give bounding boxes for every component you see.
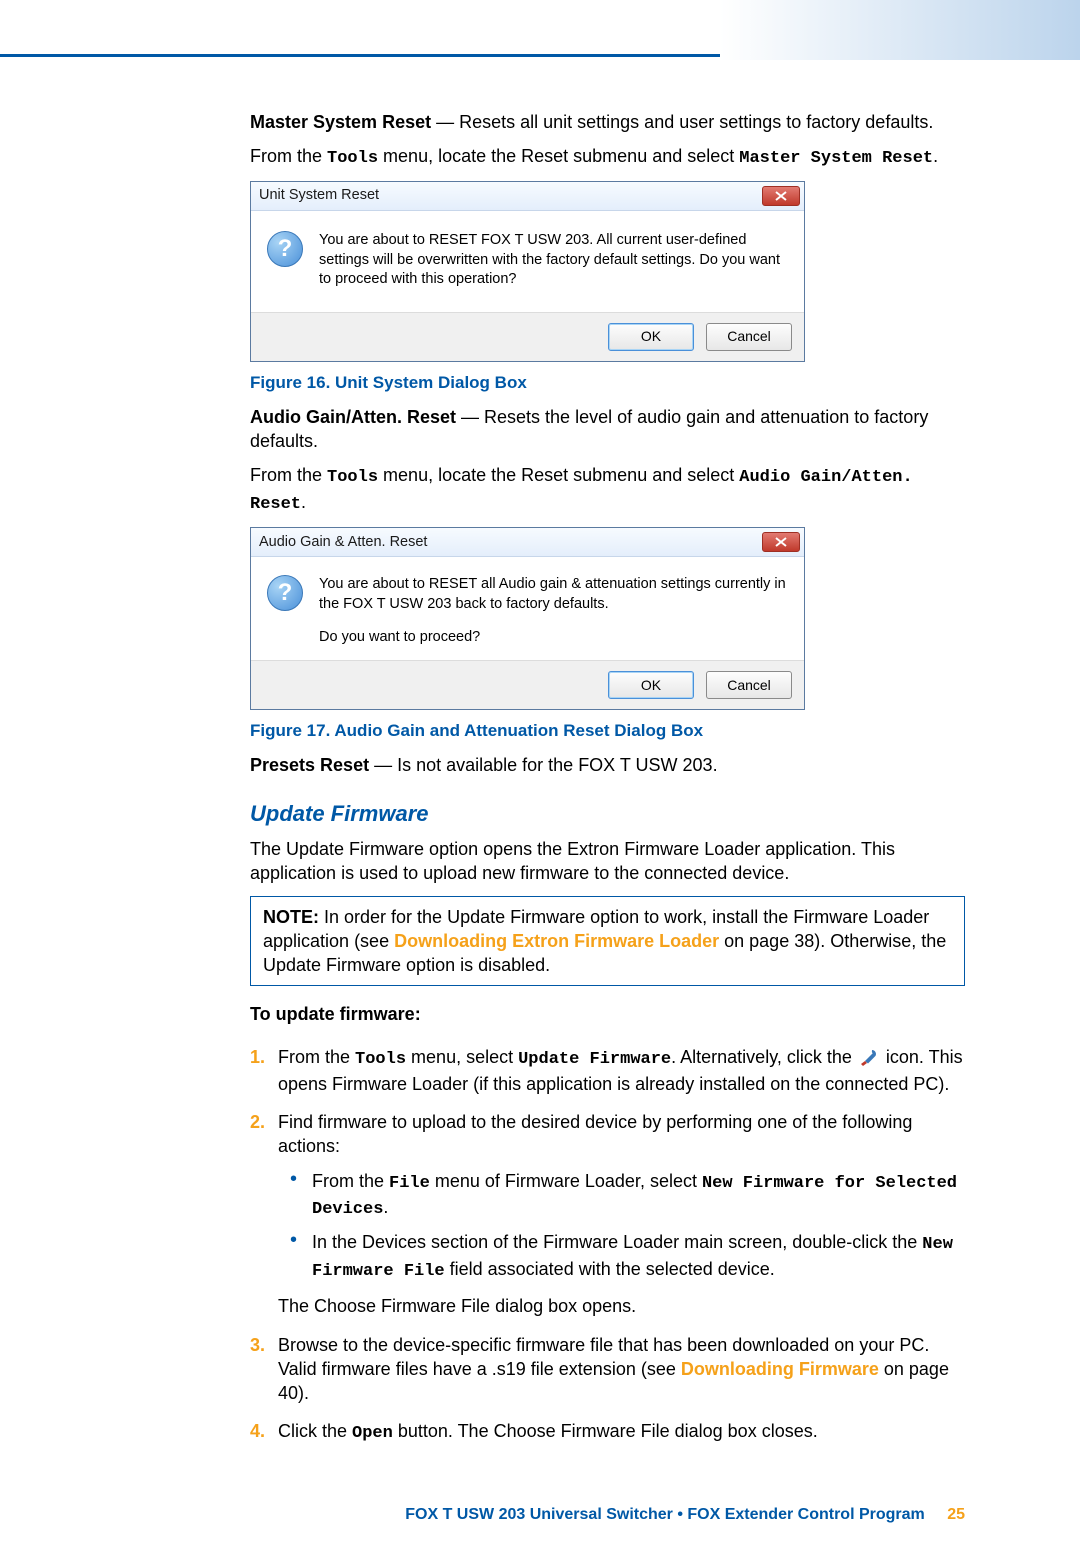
- dialog-message: You are about to RESET FOX T USW 203. Al…: [319, 231, 788, 290]
- download-loader-link[interactable]: Downloading Extron Firmware Loader: [394, 931, 719, 951]
- bullet-file-menu: From the File menu of Firmware Loader, s…: [308, 1169, 965, 1223]
- dialog-message: You are about to RESET all Audio gain & …: [319, 575, 788, 648]
- dialog-button-row: OK Cancel: [251, 312, 804, 361]
- step-2: 2. Find firmware to upload to the desire…: [272, 1110, 965, 1319]
- cancel-button[interactable]: Cancel: [706, 671, 792, 699]
- wrench-icon: [859, 1048, 879, 1068]
- bullet-devices-section: In the Devices section of the Firmware L…: [308, 1230, 965, 1284]
- figure-16-caption: Figure 16. Unit System Dialog Box: [250, 372, 965, 395]
- page-header-bar: [0, 0, 1080, 60]
- dialog-body: ? You are about to RESET all Audio gain …: [251, 557, 804, 660]
- page-content: Master System Reset — Resets all unit se…: [250, 110, 965, 1446]
- update-firmware-heading: Update Firmware: [250, 799, 965, 829]
- audio-reset-instr: From the Tools menu, locate the Reset su…: [250, 463, 965, 517]
- dialog-body: ? You are about to RESET FOX T USW 203. …: [251, 211, 804, 312]
- question-icon: ?: [267, 231, 303, 267]
- step-2-bullets: From the File menu of Firmware Loader, s…: [278, 1169, 965, 1285]
- update-firmware-desc: The Update Firmware option opens the Ext…: [250, 837, 965, 886]
- dialog-titlebar: Audio Gain & Atten. Reset: [251, 528, 804, 557]
- dialog-titlebar: Unit System Reset: [251, 182, 804, 211]
- close-icon[interactable]: [762, 532, 800, 552]
- close-icon[interactable]: [762, 186, 800, 206]
- presets-reset-desc: Presets Reset — Is not available for the…: [250, 753, 965, 777]
- figure-17-caption: Figure 17. Audio Gain and Attenuation Re…: [250, 720, 965, 743]
- page-number: 25: [947, 1506, 965, 1523]
- download-firmware-link[interactable]: Downloading Firmware: [681, 1359, 879, 1379]
- presets-reset-label: Presets Reset: [250, 755, 369, 775]
- step-3: 3. Browse to the device-specific firmwar…: [272, 1333, 965, 1406]
- audio-reset-desc: Audio Gain/Atten. Reset — Resets the lev…: [250, 405, 965, 454]
- document-page: Master System Reset — Resets all unit se…: [0, 0, 1080, 1524]
- question-icon: ?: [267, 575, 303, 611]
- dialog-title: Audio Gain & Atten. Reset: [259, 533, 762, 553]
- ok-button[interactable]: OK: [608, 671, 694, 699]
- to-update-firmware-heading: To update firmware:: [250, 1002, 965, 1026]
- dialog-title: Unit System Reset: [259, 186, 762, 206]
- steps-list: 1. From the Tools menu, select Update Fi…: [250, 1045, 965, 1447]
- cancel-button[interactable]: Cancel: [706, 323, 792, 351]
- ok-button[interactable]: OK: [608, 323, 694, 351]
- note-box: NOTE: In order for the Update Firmware o…: [250, 896, 965, 987]
- choose-file-opens: The Choose Firmware File dialog box open…: [278, 1294, 965, 1318]
- master-reset-instr: From the Tools menu, locate the Reset su…: [250, 144, 965, 171]
- step-1: 1. From the Tools menu, select Update Fi…: [272, 1045, 965, 1096]
- footer-text: FOX T USW 203 Universal Switcher • FOX E…: [405, 1506, 925, 1523]
- dialog-button-row: OK Cancel: [251, 660, 804, 709]
- audio-reset-label: Audio Gain/Atten. Reset: [250, 407, 456, 427]
- unit-system-reset-dialog: Unit System Reset ? You are about to RES…: [250, 181, 805, 362]
- master-reset-label: Master System Reset: [250, 112, 431, 132]
- page-footer: FOX T USW 203 Universal Switcher • FOX E…: [0, 1506, 965, 1524]
- master-reset-desc: Master System Reset — Resets all unit se…: [250, 110, 965, 134]
- step-4: 4. Click the Open button. The Choose Fir…: [272, 1419, 965, 1446]
- audio-gain-reset-dialog: Audio Gain & Atten. Reset ? You are abou…: [250, 527, 805, 710]
